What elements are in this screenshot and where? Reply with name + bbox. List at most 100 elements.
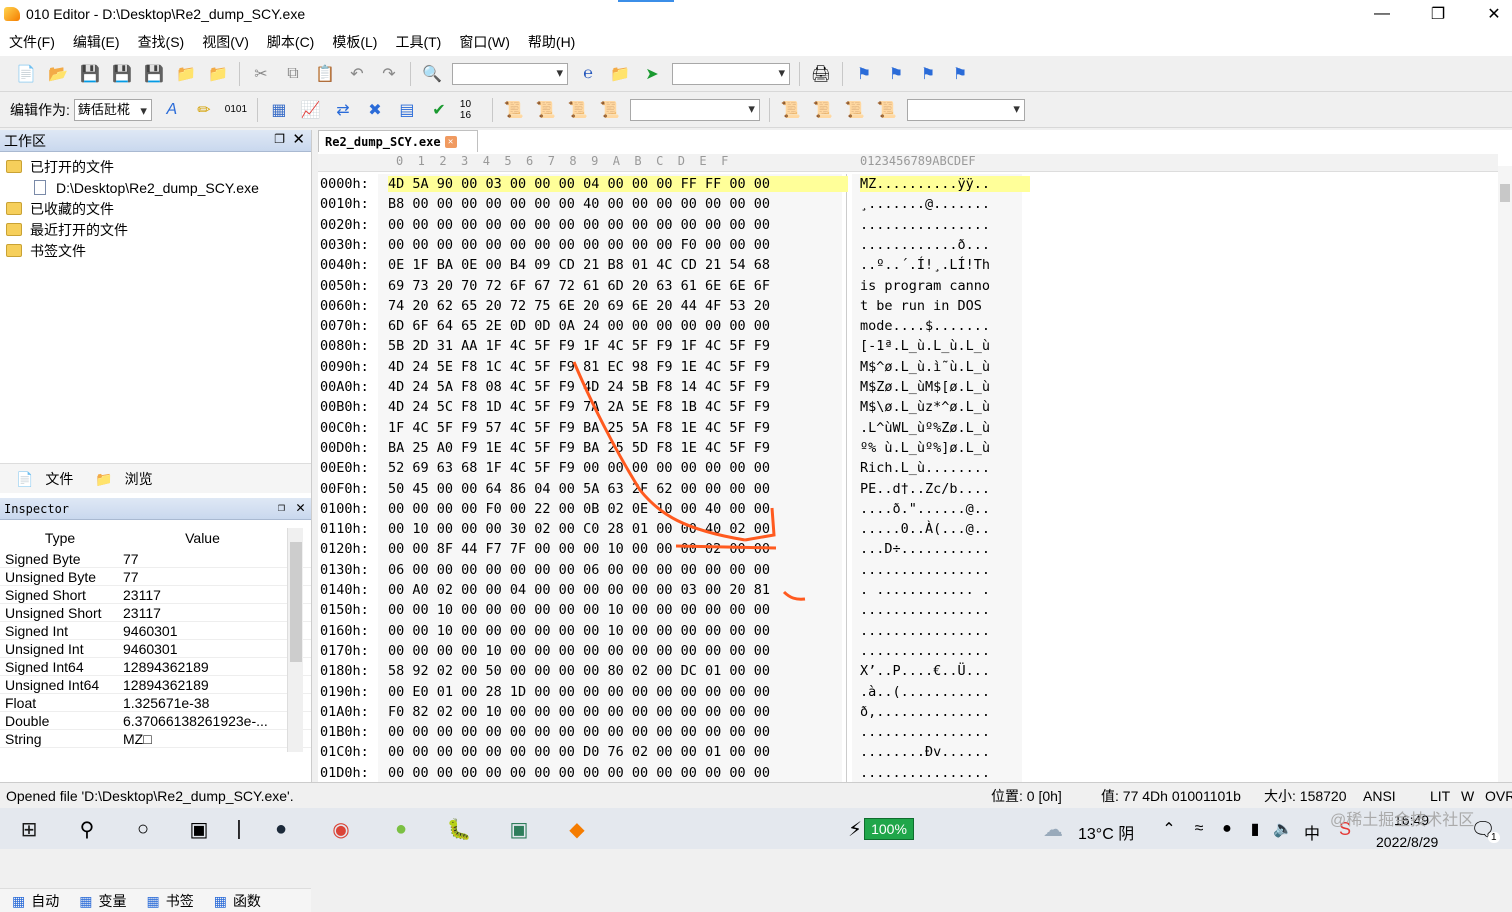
- save-all-icon[interactable]: 💾: [143, 63, 165, 85]
- hex-row[interactable]: 0170h: 00 00 00 00 10 00 00 00 00 00 00 0…: [318, 641, 1038, 661]
- inspector-row[interactable]: Unsigned Int64 12894362189: [0, 676, 311, 694]
- hex-row[interactable]: 01D0h: 00 00 00 00 00 00 00 00 00 00 00 0…: [318, 763, 1038, 783]
- row-hex-bytes[interactable]: 4D 24 5E F8 1C 4C 5F F9 81 EC 98 F9 1E 4…: [388, 359, 848, 375]
- inspector-row[interactable]: Signed Int 9460301: [0, 622, 311, 640]
- tree-opened-files[interactable]: 已打开的文件: [0, 156, 311, 177]
- row-ascii[interactable]: X’..P....€..Ü...: [860, 663, 1030, 679]
- script-run-icon[interactable]: 📜: [780, 99, 802, 121]
- hex-row[interactable]: 0190h: 00 E0 01 00 28 1D 00 00 00 00 00 0…: [318, 682, 1038, 702]
- bookmark-next-icon[interactable]: ⚑: [949, 63, 971, 85]
- row-ascii[interactable]: ........Ðv......: [860, 744, 1030, 760]
- row-hex-bytes[interactable]: 4D 5A 90 00 03 00 00 00 04 00 00 00 FF F…: [388, 176, 848, 192]
- hex-row[interactable]: 00C0h: 1F 4C 5F F9 57 4C 5F F9 BA 25 5A F…: [318, 418, 1038, 438]
- row-hex-bytes[interactable]: 00 00 00 00 00 00 00 00 00 00 00 00 00 0…: [388, 724, 848, 740]
- chrome-icon[interactable]: ◉: [328, 816, 354, 842]
- tab-auto[interactable]: ▦ 自动: [6, 891, 59, 911]
- template-next-icon[interactable]: 📜: [599, 99, 621, 121]
- tab-functions[interactable]: ▦ 函数: [208, 891, 261, 911]
- script-next-icon[interactable]: 📜: [876, 99, 898, 121]
- workspace-close-icon[interactable]: ✕: [292, 130, 305, 148]
- script-edit-icon[interactable]: 📜: [844, 99, 866, 121]
- menu-script[interactable]: 脚本(C): [258, 32, 323, 52]
- inspector-row[interactable]: Double 6.37066138261923e-...: [0, 712, 311, 730]
- row-hex-bytes[interactable]: 00 00 00 00 00 00 00 00 D0 76 02 00 00 0…: [388, 744, 848, 760]
- row-hex-bytes[interactable]: 00 00 00 00 00 00 00 00 00 00 00 00 00 0…: [388, 765, 848, 781]
- row-hex-bytes[interactable]: 06 00 00 00 00 00 00 00 06 00 00 00 00 0…: [388, 562, 848, 578]
- row-hex-bytes[interactable]: 5B 2D 31 AA 1F 4C 5F F9 1F 4C 5F F9 1F 4…: [388, 338, 848, 354]
- open-file-icon[interactable]: 📂: [47, 63, 69, 85]
- hex-row[interactable]: 01C0h: 00 00 00 00 00 00 00 00 D0 76 02 0…: [318, 742, 1038, 762]
- menu-search[interactable]: 查找(S): [129, 32, 194, 52]
- new-file-icon[interactable]: 📄: [15, 63, 37, 85]
- row-ascii[interactable]: ..º..´.Í!¸.LÍ!Th: [860, 257, 1030, 273]
- hex-row[interactable]: 00E0h: 52 69 63 68 1F 4C 5F F9 00 00 00 0…: [318, 458, 1038, 478]
- hex-row[interactable]: 0150h: 00 00 10 00 00 00 00 00 00 10 00 0…: [318, 600, 1038, 620]
- template-run-icon[interactable]: 📜: [503, 99, 525, 121]
- hex-row[interactable]: 0000h: 4D 5A 90 00 03 00 00 00 04 00 00 0…: [318, 174, 1038, 194]
- 010-editor-taskbar-icon[interactable]: ◆: [564, 816, 590, 842]
- row-ascii[interactable]: .....0..À(...@..: [860, 521, 1030, 537]
- inspector-row[interactable]: Unsigned Int 9460301: [0, 640, 311, 658]
- find-icon[interactable]: 🔍: [421, 63, 443, 85]
- row-hex-bytes[interactable]: 58 92 02 00 50 00 00 00 00 80 02 00 DC 0…: [388, 663, 848, 679]
- tree-favorites[interactable]: 已收藏的文件: [0, 198, 311, 219]
- row-hex-bytes[interactable]: 00 00 00 00 00 00 00 00 00 00 00 00 00 0…: [388, 217, 848, 233]
- row-ascii[interactable]: M$Zø.L_ùM$[ø.L_ù: [860, 379, 1030, 395]
- minimize-button[interactable]: —: [1354, 0, 1410, 28]
- row-hex-bytes[interactable]: B8 00 00 00 00 00 00 00 40 00 00 00 00 0…: [388, 196, 848, 212]
- hex-row[interactable]: 0140h: 00 A0 02 00 00 04 00 00 00 00 00 0…: [318, 580, 1038, 600]
- row-ascii[interactable]: mode....$.......: [860, 318, 1030, 334]
- menu-window[interactable]: 窗口(W): [450, 32, 519, 52]
- font-icon[interactable]: A: [161, 99, 183, 121]
- tab-file[interactable]: 📄 文件: [8, 469, 73, 489]
- battery-indicator[interactable]: 100%: [864, 818, 914, 840]
- redo-icon[interactable]: ↷: [378, 63, 400, 85]
- paste-icon[interactable]: 📋: [314, 63, 336, 85]
- inspector-tool-icon[interactable]: 📈: [300, 99, 322, 121]
- row-ascii[interactable]: ...D÷...........: [860, 541, 1030, 557]
- hex-row[interactable]: 0060h: 74 20 62 65 20 72 75 6E 20 69 6E 2…: [318, 296, 1038, 316]
- menu-tools[interactable]: 工具(T): [386, 32, 450, 52]
- tab-variables[interactable]: ▦ 变量: [73, 891, 126, 911]
- template-edit-icon[interactable]: 📜: [567, 99, 589, 121]
- hex-row[interactable]: 01A0h: F0 82 02 00 10 00 00 00 00 00 00 0…: [318, 702, 1038, 722]
- bookmark-prev-icon[interactable]: ⚑: [917, 63, 939, 85]
- row-hex-bytes[interactable]: 4D 24 5C F8 1D 4C 5F F9 7A 2A 5E F8 1B 4…: [388, 399, 848, 415]
- checksum-icon[interactable]: ✔: [428, 99, 450, 121]
- row-ascii[interactable]: ................: [860, 643, 1030, 659]
- row-ascii[interactable]: .L^ùWL_ùº%Zø.L_ù: [860, 420, 1030, 436]
- row-ascii[interactable]: M$^ø.L_ù.ì˜ù.L_ù: [860, 359, 1030, 375]
- template-open-icon[interactable]: 📜: [535, 99, 557, 121]
- editor-scrollbar[interactable]: [1498, 166, 1512, 782]
- hex-row[interactable]: 00A0h: 4D 24 5A F8 08 4C 5F F9 4D 24 5B F…: [318, 377, 1038, 397]
- hex-row[interactable]: 0110h: 00 10 00 00 00 30 02 00 C0 28 01 0…: [318, 519, 1038, 539]
- print-icon[interactable]: 🖨: [810, 63, 832, 85]
- workspace-icon[interactable]: 📁: [207, 63, 229, 85]
- tab-browse[interactable]: 📁 浏览: [87, 469, 152, 489]
- tab-bookmarks[interactable]: ▦ 书签: [140, 891, 193, 911]
- app-dark-icon[interactable]: ●: [268, 816, 294, 842]
- row-ascii[interactable]: .à..(...........: [860, 684, 1030, 700]
- hex-row[interactable]: 0080h: 5B 2D 31 AA 1F 4C 5F F9 1F 4C 5F F…: [318, 336, 1038, 356]
- inspector-row[interactable]: Unsigned Byte 77: [0, 568, 311, 586]
- close-button[interactable]: ✕: [1466, 0, 1512, 28]
- inspector-row[interactable]: Signed Short 23117: [0, 586, 311, 604]
- inspector-row[interactable]: Signed Byte 77: [0, 550, 311, 568]
- replace-icon[interactable]: ℮: [577, 63, 599, 85]
- save-icon[interactable]: 💾: [79, 63, 101, 85]
- inspector-row[interactable]: Unsigned Short 23117: [0, 604, 311, 622]
- row-hex-bytes[interactable]: 00 10 00 00 00 30 02 00 C0 28 01 00 00 4…: [388, 521, 848, 537]
- row-hex-bytes[interactable]: 52 69 63 68 1F 4C 5F F9 00 00 00 00 00 0…: [388, 460, 848, 476]
- inspector-row[interactable]: Signed Int64 12894362189: [0, 658, 311, 676]
- row-hex-bytes[interactable]: 1F 4C 5F F9 57 4C 5F F9 BA 25 5A F8 1E 4…: [388, 420, 848, 436]
- hex-row[interactable]: 00D0h: BA 25 A0 F9 1E 4C 5F F9 BA 25 5D F…: [318, 438, 1038, 458]
- weather-icon[interactable]: ☁: [1040, 816, 1066, 842]
- calculator-icon[interactable]: ▦: [268, 99, 290, 121]
- find-combo[interactable]: [452, 62, 568, 85]
- row-ascii[interactable]: ¸.......@.......: [860, 196, 1030, 212]
- row-ascii[interactable]: is program canno: [860, 278, 1030, 294]
- row-hex-bytes[interactable]: 00 00 10 00 00 00 00 00 00 10 00 00 00 0…: [388, 623, 848, 639]
- hex-row[interactable]: 0040h: 0E 1F BA 0E 00 B4 09 CD 21 B8 01 4…: [318, 255, 1038, 275]
- copy-icon[interactable]: ⧉: [282, 63, 304, 85]
- menu-edit[interactable]: 编辑(E): [64, 32, 129, 52]
